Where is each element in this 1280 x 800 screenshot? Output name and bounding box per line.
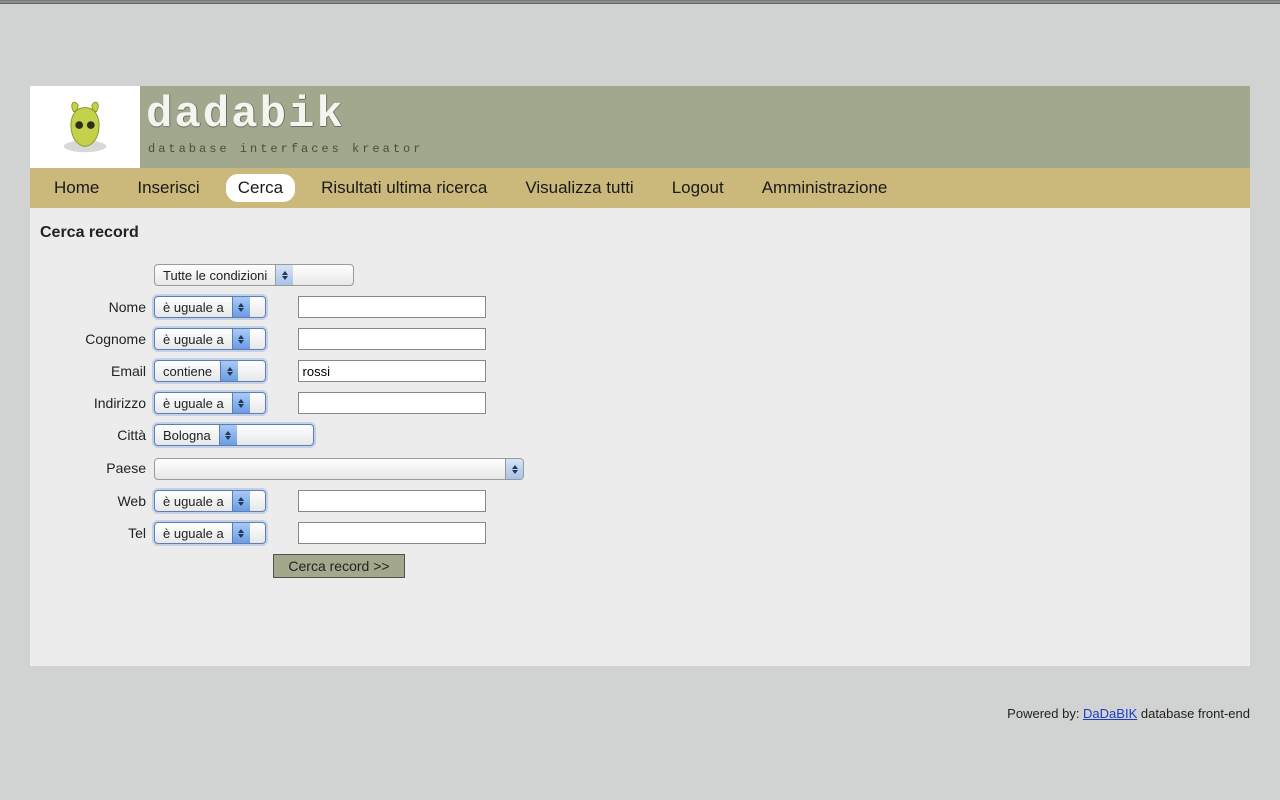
content-area: Cerca record Tutte le condizioni Nome — [30, 208, 1250, 616]
search-submit-button[interactable]: Cerca record >> — [273, 554, 404, 578]
nav-last-results[interactable]: Risultati ultima ricerca — [309, 174, 499, 202]
logo-area — [30, 86, 140, 168]
updown-icon — [232, 491, 250, 511]
updown-icon — [220, 361, 238, 381]
label-cognome: Cognome — [40, 326, 150, 352]
nav-insert[interactable]: Inserisci — [125, 174, 211, 202]
updown-icon — [232, 393, 250, 413]
brand-name: dadabik — [146, 90, 345, 140]
section-title: Cerca record — [40, 224, 1240, 242]
footer-suffix: database front-end — [1137, 706, 1250, 721]
nav-show-all[interactable]: Visualizza tutti — [513, 174, 645, 202]
app-page: dadabik database interfaces kreator Home… — [30, 86, 1250, 666]
main-nav: Home Inserisci Cerca Risultati ultima ri… — [30, 168, 1250, 208]
input-cognome[interactable] — [298, 328, 486, 350]
input-tel[interactable] — [298, 522, 486, 544]
op-select-email[interactable]: contiene — [154, 360, 266, 382]
updown-icon — [219, 425, 237, 445]
input-email[interactable] — [298, 360, 486, 382]
label-web: Web — [40, 488, 150, 514]
op-select-nome[interactable]: è uguale a — [154, 296, 266, 318]
input-web[interactable] — [298, 490, 486, 512]
op-select-web[interactable]: è uguale a — [154, 490, 266, 512]
label-nome: Nome — [40, 294, 150, 320]
header-banner: dadabik database interfaces kreator — [30, 86, 1250, 168]
op-select-indirizzo[interactable]: è uguale a — [154, 392, 266, 414]
nav-logout[interactable]: Logout — [660, 174, 736, 202]
updown-icon — [232, 297, 250, 317]
select-paese[interactable] — [154, 458, 524, 480]
updown-icon — [232, 329, 250, 349]
updown-icon — [275, 265, 293, 285]
footer-link[interactable]: DaDaBIK — [1083, 706, 1137, 721]
label-citta: Città — [40, 422, 150, 448]
input-indirizzo[interactable] — [298, 392, 486, 414]
footer: Powered by: DaDaBIK database front-end — [1007, 706, 1250, 721]
label-paese: Paese — [40, 454, 150, 482]
label-tel: Tel — [40, 520, 150, 546]
brand-area: dadabik database interfaces kreator — [140, 86, 1250, 168]
op-select-cognome[interactable]: è uguale a — [154, 328, 266, 350]
conditions-select[interactable]: Tutte le condizioni — [154, 264, 354, 286]
logo-icon — [56, 98, 114, 156]
updown-icon — [505, 459, 523, 479]
input-nome[interactable] — [298, 296, 486, 318]
nav-search[interactable]: Cerca — [226, 174, 295, 202]
updown-icon — [232, 523, 250, 543]
op-select-tel[interactable]: è uguale a — [154, 522, 266, 544]
nav-admin[interactable]: Amministrazione — [750, 174, 900, 202]
nav-home[interactable]: Home — [42, 174, 111, 202]
select-citta[interactable]: Bologna — [154, 424, 314, 446]
footer-prefix: Powered by: — [1007, 706, 1083, 721]
search-form: Tutte le condizioni Nome è uguale a — [40, 256, 528, 586]
brand-tagline: database interfaces kreator — [148, 142, 423, 156]
label-email: Email — [40, 358, 150, 384]
label-indirizzo: Indirizzo — [40, 390, 150, 416]
